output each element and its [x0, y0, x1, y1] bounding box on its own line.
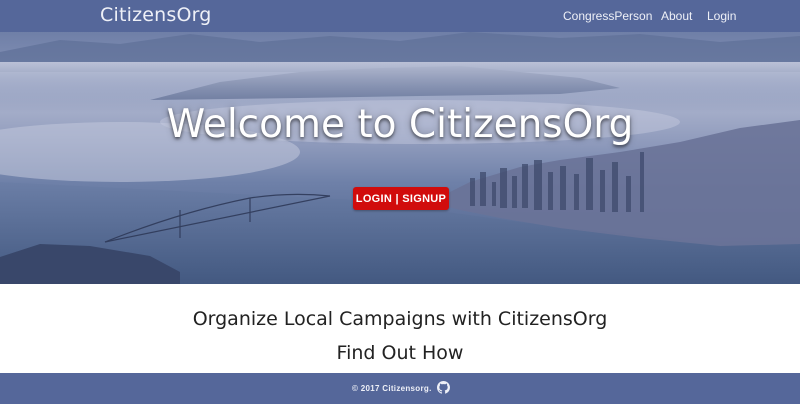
github-icon[interactable]	[437, 381, 450, 394]
footer: © 2017 Citizensorg.	[0, 373, 800, 404]
copyright-text: © 2017 Citizensorg.	[352, 384, 432, 393]
nav-links: CongressPerson About Login	[0, 9, 800, 25]
login-signup-button[interactable]: LOGIN | SIGNUP	[353, 187, 449, 210]
hero-banner: Welcome to CitizensOrg LOGIN | SIGNUP	[0, 32, 800, 284]
hero-title: Welcome to CitizensOrg	[166, 102, 634, 147]
nav-link-login[interactable]: Login	[707, 9, 736, 23]
find-out-how-heading: Find Out How	[336, 342, 464, 364]
nav-link-about[interactable]: About	[661, 9, 692, 23]
nav-link-congressperson[interactable]: CongressPerson	[563, 9, 652, 23]
hero-background-image	[0, 32, 800, 284]
tagline: Organize Local Campaigns with CitizensOr…	[192, 308, 608, 330]
navbar: CitizensOrg CongressPerson About Login	[0, 0, 800, 32]
